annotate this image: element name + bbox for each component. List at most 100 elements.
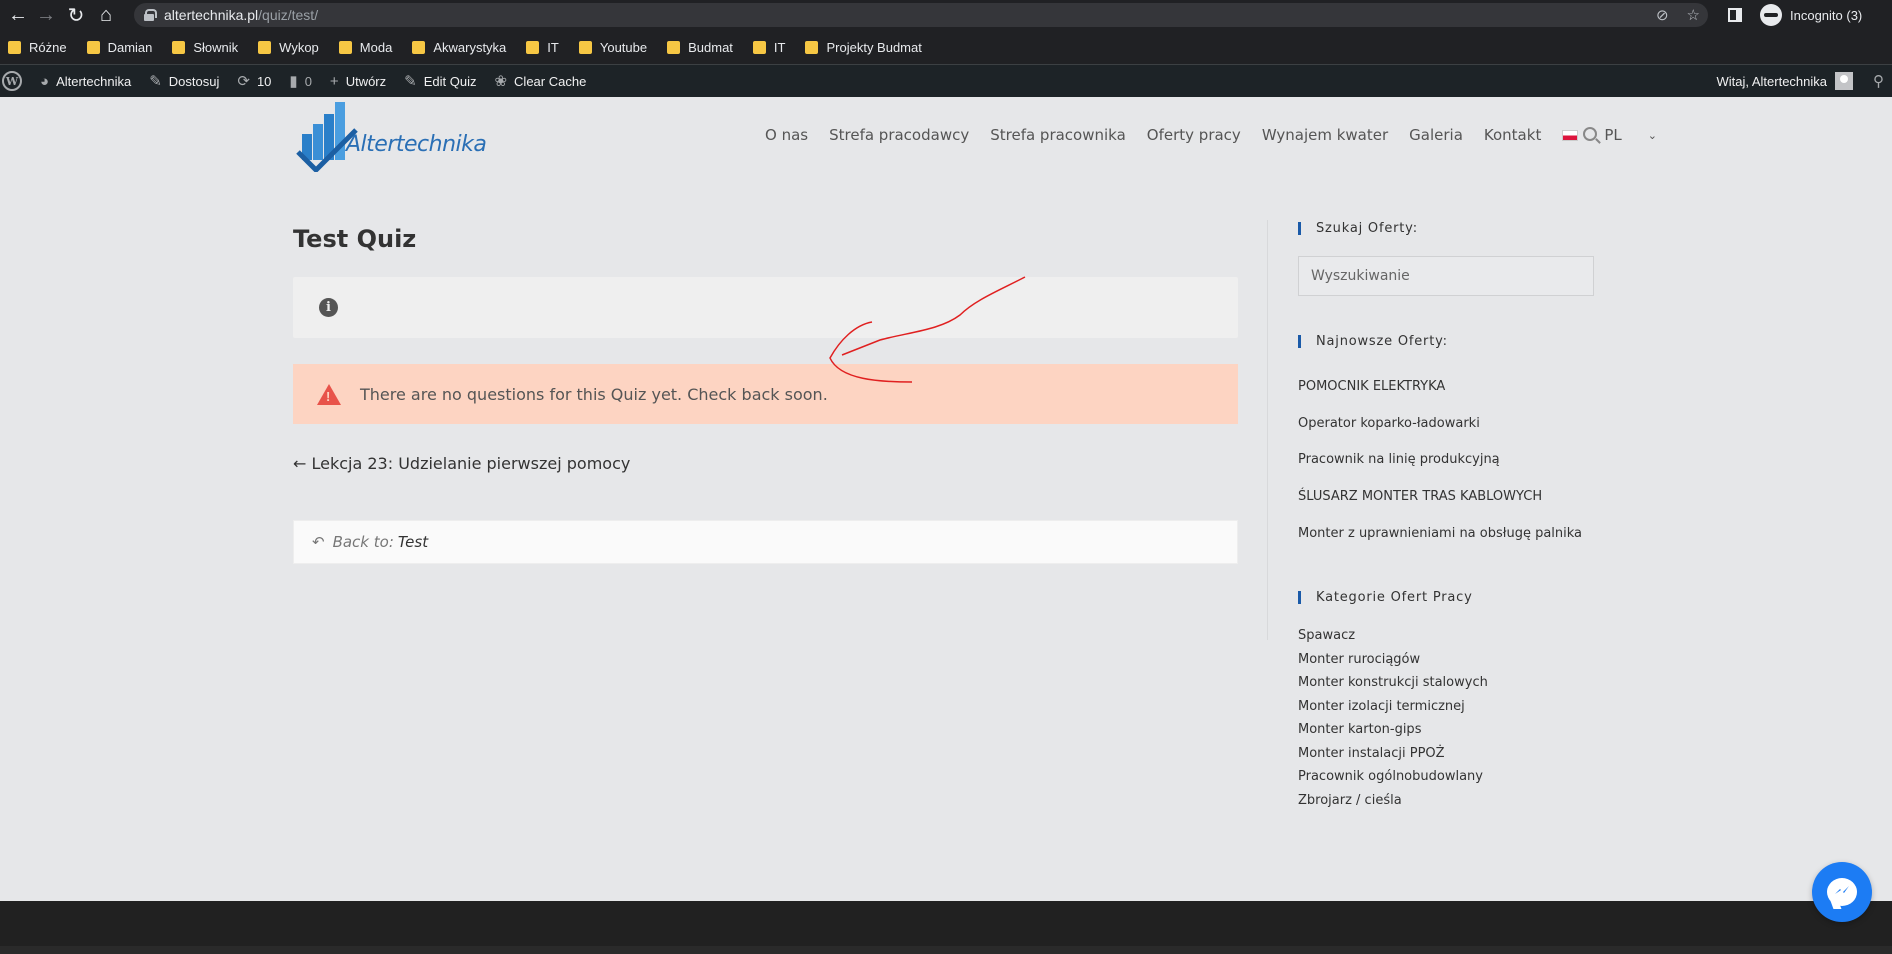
list-item[interactable]: Monter izolacji termicznej [1298,699,1488,723]
bolt-glyph [1835,886,1849,894]
home-icon[interactable]: ⌂ [88,0,124,30]
nav-item-o-nas[interactable]: O nas [765,126,808,144]
folder-icon [805,40,819,54]
admin-new[interactable]: + Utwórz [321,65,395,97]
nav-item-strefa-pracownika[interactable]: Strefa pracownika [990,126,1126,144]
chevron-down-icon: ⌄ [1647,128,1657,142]
folder-icon [86,40,100,54]
reply-arrow-icon: ↶ [312,533,325,551]
updates-icon: ⟳ [237,73,250,90]
content-divider [1267,220,1268,640]
list-item[interactable]: Monter rurociągów [1298,652,1488,676]
url-host: altertechnika.pl [164,7,259,23]
bookmark-folder[interactable]: Wykop [258,40,319,55]
job-categories-list: Spawacz Monter rurociągów Monter konstru… [1298,628,1488,808]
messenger-chat-button[interactable] [1812,862,1872,922]
pencil-icon: ✎ [404,73,417,90]
wp-admin-bar: W ◕ Altertechnika ✎ Dostosuj ⟳ 10 ▮ 0 + Utwór… [0,65,1892,97]
page-title: Test Quiz [293,225,417,253]
admin-greeting[interactable]: Witaj, Altertechnika [1716,74,1827,89]
back-to-course: ↶ Back to: Test [293,520,1238,564]
site-logo[interactable]: Altertechnika [296,100,522,174]
admin-edit-quiz[interactable]: ✎ Edit Quiz [395,65,485,97]
bookmark-folder[interactable]: Akwarystyka [412,40,506,55]
side-panel-icon[interactable] [1728,8,1742,22]
list-item[interactable]: Pracownik na linię produkcyjną [1298,452,1582,489]
admin-site-name[interactable]: ◕ Altertechnika [31,65,140,97]
list-item[interactable]: Zbrojarz / cieśla [1298,793,1488,808]
job-categories-heading: Kategorie Ofert Pracy [1298,590,1473,605]
bookmark-folder[interactable]: IT [526,40,559,55]
warning-icon [317,383,341,405]
address-bar[interactable]: altertechnika.pl/quiz/test/ ⊘ ☆ [134,3,1708,27]
folder-icon [338,40,352,54]
list-item[interactable]: Spawacz [1298,628,1488,652]
list-item[interactable]: ŚLUSARZ MONTER TRAS KABLOWYCH [1298,489,1582,526]
admin-clear-cache[interactable]: ❀ Clear Cache [485,65,595,97]
admin-comments[interactable]: ▮ 0 [280,65,321,97]
tracking-off-icon[interactable]: ⊘ [1656,6,1669,24]
wp-logo-menu[interactable]: W [0,65,31,97]
lock-icon[interactable] [144,9,157,21]
list-item[interactable]: POMOCNIK ELEKTRYKA [1298,379,1582,416]
nav-item-wynajem-kwater[interactable]: Wynajem kwater [1262,126,1388,144]
bookmark-folder[interactable]: IT [752,40,785,55]
back-to-label: Back to: [332,533,394,551]
bookmarks-bar: Różne Damian Słownik Wykop Moda Akwaryst… [0,30,1892,65]
bookmark-folder[interactable]: Budmat [667,40,733,55]
dashboard-icon: ◕ [40,72,50,90]
list-item[interactable]: Pracownik ogólnobudowlany [1298,769,1488,793]
brush-icon: ✎ [149,73,162,90]
cheetah-icon: ❀ [494,73,508,90]
folder-icon [8,40,21,54]
poland-flag-icon [1562,129,1579,141]
back-to-link[interactable]: Test [398,533,428,551]
bookmark-star-icon[interactable]: ☆ [1687,6,1700,24]
folder-icon [172,40,186,54]
list-item[interactable]: Operator koparko-ładowarki [1298,416,1582,452]
nav-item-oferty-pracy[interactable]: Oferty pracy [1147,126,1241,144]
search-icon[interactable] [1583,127,1597,141]
search-offers-heading: Szukaj Oferty: [1298,221,1418,236]
wordpress-icon: W [2,71,22,91]
comment-icon: ▮ [289,73,298,90]
list-item[interactable]: Monter z uprawnieniami na obsługę palnik… [1298,526,1582,541]
bookmark-folder[interactable]: Moda [338,40,392,55]
list-item[interactable]: Monter konstrukcji stalowych [1298,675,1488,699]
profile-label[interactable]: Incognito (3) [1790,8,1862,23]
annotation-arrow [829,276,1026,383]
quiz-info-box: i [293,277,1238,338]
bookmark-folder[interactable]: Różne [8,40,67,55]
plus-icon: + [329,72,339,90]
folder-icon [526,40,540,54]
nav-item-galeria[interactable]: Galeria [1409,126,1463,144]
incognito-icon[interactable] [1760,4,1782,26]
folder-icon [578,40,592,54]
site-footer [0,901,1892,954]
folder-icon [752,40,766,54]
info-icon: i [319,298,338,317]
list-item[interactable]: Monter instalacji PPOŻ [1298,746,1488,770]
bookmark-folder[interactable]: Youtube [578,40,647,55]
folder-icon [667,40,681,54]
nav-item-strefa-pracodawcy[interactable]: Strefa pracodawcy [829,126,969,144]
admin-updates[interactable]: ⟳ 10 [228,65,280,97]
bookmark-folder[interactable]: Projekty Budmat [805,40,922,55]
logo-text: Altertechnika [346,132,487,157]
browser-toolbar: ← → ↻ ⌂ altertechnika.pl/quiz/test/ ⊘ ☆ … [0,0,1892,30]
admin-customize[interactable]: ✎ Dostosuj [140,65,228,97]
nav-item-kontakt[interactable]: Kontakt [1484,126,1541,144]
language-switcher[interactable]: PL ⌄ [1562,126,1678,144]
search-offers-input[interactable] [1298,256,1594,296]
bookmark-folder[interactable]: Słownik [172,40,238,55]
avatar[interactable] [1835,72,1853,90]
previous-lesson-link[interactable]: ← Lekcja 23: Udzielanie pierwszej pomocy [293,454,630,473]
alert-message: There are no questions for this Quiz yet… [360,384,828,404]
no-questions-alert: There are no questions for this Quiz yet… [293,364,1238,424]
messenger-icon [1827,878,1857,906]
folder-icon [258,40,272,54]
bookmark-folder[interactable]: Damian [86,40,152,55]
list-item[interactable]: Monter karton-gips [1298,722,1488,746]
search-icon[interactable]: ⚲ [1873,72,1884,90]
latest-offers-list: POMOCNIK ELEKTRYKA Operator koparko-łado… [1298,379,1582,541]
